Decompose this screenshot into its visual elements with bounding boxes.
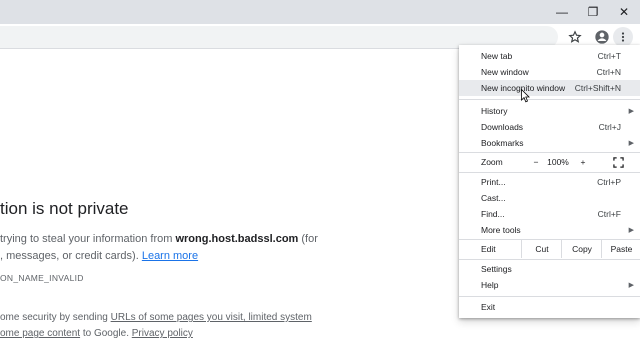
submenu-arrow-icon: ▶ [628, 227, 634, 234]
menu-separator [459, 259, 640, 260]
zoom-out-button[interactable]: − [527, 157, 545, 167]
menu-separator [459, 172, 640, 173]
zoom-level: 100% [547, 157, 569, 167]
learn-more-link[interactable]: Learn more [142, 250, 198, 262]
shortcut-label: Ctrl+N [596, 67, 621, 77]
profile-icon[interactable] [592, 27, 612, 47]
shortcut-label: Ctrl+T [597, 51, 621, 61]
copy-button[interactable]: Copy [561, 240, 602, 258]
menu-item-label: Bookmarks [481, 138, 524, 148]
menu-item-history[interactable]: History ▶ [459, 103, 640, 119]
menu-item-more-tools[interactable]: More tools ▶ [459, 222, 640, 238]
safe-browsing-text-part: ome security by sending [0, 312, 111, 323]
submenu-arrow-icon: ▶ [628, 108, 634, 115]
menu-item-downloads[interactable]: Downloads Ctrl+J [459, 119, 640, 135]
warning-text-part: (for [298, 233, 318, 245]
menu-item-find[interactable]: Find... Ctrl+F [459, 206, 640, 222]
warning-text: trying to steal your information from wr… [0, 231, 318, 265]
shortcut-label: Ctrl+Shift+N [574, 83, 621, 93]
menu-item-label: More tools [481, 225, 521, 235]
shortcut-label: Ctrl+P [597, 177, 621, 187]
safe-browsing-text-part: to Google. [80, 328, 132, 339]
menu-item-label: Help [481, 280, 499, 290]
menu-item-help[interactable]: Help ▶ [459, 277, 640, 293]
menu-separator [459, 99, 640, 100]
paste-button[interactable]: Paste [601, 240, 640, 258]
browser-menu: New tab Ctrl+T New window Ctrl+N New inc… [459, 45, 640, 318]
shortcut-label: Ctrl+J [598, 122, 621, 132]
kebab-menu-icon[interactable] [613, 27, 633, 47]
restore-button[interactable]: ❐ [577, 0, 609, 24]
title-bar: — ❐ ✕ [0, 0, 640, 24]
zoom-in-button[interactable]: + [574, 157, 592, 167]
menu-item-label: Settings [481, 264, 512, 274]
menu-item-label: New tab [481, 51, 513, 61]
star-icon[interactable] [565, 27, 585, 47]
menu-item-cast[interactable]: Cast... [459, 190, 640, 206]
zoom-label: Zoom [481, 157, 503, 167]
menu-item-bookmarks[interactable]: Bookmarks ▶ [459, 135, 640, 151]
urls-link[interactable]: URLs of some pages you visit, limited sy… [111, 312, 312, 323]
minimize-button[interactable]: — [546, 0, 578, 24]
submenu-arrow-icon: ▶ [628, 282, 634, 289]
menu-separator [459, 296, 640, 297]
menu-item-new-incognito-window[interactable]: New incognito window Ctrl+Shift+N [459, 80, 640, 96]
host-name: wrong.host.badssl.com [175, 233, 299, 245]
menu-item-label: Cast... [481, 193, 506, 203]
menu-item-label: New window [481, 67, 529, 77]
menu-item-settings[interactable]: Settings [459, 261, 640, 277]
menu-item-label: History [481, 106, 508, 116]
error-code: ON_NAME_INVALID [0, 273, 84, 283]
page-title: tion is not private [0, 199, 129, 218]
close-button[interactable]: ✕ [608, 0, 640, 24]
zoom-row: Zoom − 100% + [459, 153, 640, 171]
privacy-policy-link[interactable]: Privacy policy [132, 328, 193, 339]
fullscreen-icon[interactable] [609, 155, 627, 169]
cut-button[interactable]: Cut [521, 240, 562, 258]
mouse-cursor-icon [521, 89, 530, 103]
menu-item-label: Print... [481, 177, 506, 187]
warning-text-part: , messages, or credit cards). [0, 250, 142, 262]
edit-label: Edit [481, 244, 496, 254]
page-content-link[interactable]: ome page content [0, 328, 80, 339]
shortcut-label: Ctrl+F [597, 209, 621, 219]
submenu-arrow-icon: ▶ [628, 140, 634, 147]
menu-item-print[interactable]: Print... Ctrl+P [459, 174, 640, 190]
menu-item-exit[interactable]: Exit [459, 299, 640, 315]
menu-item-new-window[interactable]: New window Ctrl+N [459, 64, 640, 80]
warning-text-part: trying to steal your information from [0, 233, 176, 245]
menu-item-label: Find... [481, 209, 505, 219]
edit-row: Edit Cut Copy Paste [459, 240, 640, 258]
menu-item-new-tab[interactable]: New tab Ctrl+T [459, 48, 640, 64]
menu-item-label: Downloads [481, 122, 524, 132]
safe-browsing-text: ome security by sending URLs of some pag… [0, 310, 312, 342]
menu-item-label: Exit [481, 302, 496, 312]
